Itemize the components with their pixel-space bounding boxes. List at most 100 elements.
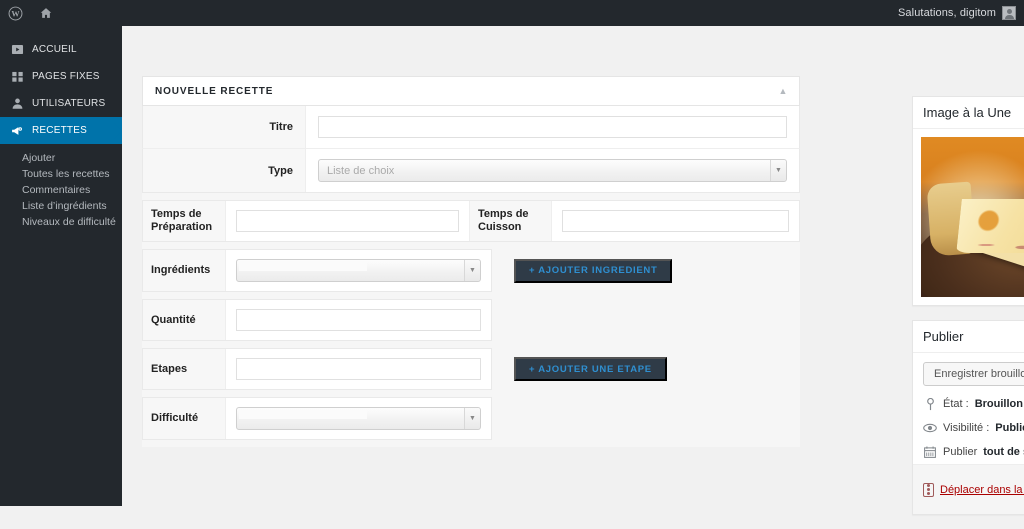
sidebar-item-label: Recettes xyxy=(32,125,87,136)
field-block-quantite: Quantité xyxy=(142,299,492,341)
admin-bar-account[interactable]: Salutations, digitom xyxy=(898,0,1024,26)
chevron-down-icon[interactable]: ▼ xyxy=(770,160,786,181)
field-row-titre: Titre xyxy=(142,106,800,149)
field-label-temps-preparation: Temps de Préparation xyxy=(143,201,226,241)
field-label-titre: Titre xyxy=(143,106,306,148)
admin-sidebar: Accueil Pages fixes Utilisateurs xyxy=(0,26,122,506)
publish-schedule-value: tout de suite xyxy=(983,446,1024,458)
sidebar-item-label: Utilisateurs xyxy=(32,98,105,109)
difficulte-select[interactable]: ▼ xyxy=(236,407,481,430)
users-icon xyxy=(8,95,26,113)
sidebar-subitem-liste-ingredients[interactable]: Liste d’ingrédients xyxy=(0,198,122,214)
panel-header: Nouvelle recette ▲ xyxy=(142,76,800,106)
type-select-value: Liste de choix xyxy=(327,165,394,177)
sidebar-item-accueil[interactable]: Accueil xyxy=(0,36,122,63)
publish-header: Publier ▲ xyxy=(913,321,1024,353)
svg-text:W: W xyxy=(11,9,20,18)
pin-icon xyxy=(923,397,937,411)
avatar xyxy=(1002,6,1016,20)
type-select[interactable]: Liste de choix ▼ xyxy=(318,159,787,182)
add-step-action: + Ajouter une etape xyxy=(492,357,667,381)
admin-bar-left: W xyxy=(0,0,61,26)
publish-top-buttons: Enregistrer brouillon Aperçu xyxy=(913,353,1024,392)
field-cell-difficulte: ▼ xyxy=(226,398,491,439)
page-title: Nouvelle recette xyxy=(155,86,273,97)
publish-footer: Déplacer dans la Corbeille Publier xyxy=(913,464,1024,514)
quantite-input[interactable] xyxy=(236,309,481,331)
publish-status-row: État : Brouillon Modifier xyxy=(913,392,1024,416)
add-ingredient-button[interactable]: + Ajouter Ingredient xyxy=(514,259,672,283)
field-cell-ingredients: ▼ xyxy=(226,250,491,291)
field-cell-titre xyxy=(306,106,799,148)
etapes-input[interactable] xyxy=(236,358,481,380)
featured-image-header: Image à la Une ▲ xyxy=(913,97,1024,129)
main-content: Nouvelle recette ▲ Titre Type Liste de c… xyxy=(122,26,1024,506)
admin-bar: W Salutations, digitom xyxy=(0,0,1024,26)
sidebar-right-column: Image à la Une ▲ Publier ▲ Enregistr xyxy=(912,96,1024,529)
nouvelle-recette-panel: Nouvelle recette ▲ Titre Type Liste de c… xyxy=(142,76,800,447)
publish-schedule-label: Publier xyxy=(943,446,977,458)
publish-status-value: Brouillon xyxy=(975,398,1023,410)
field-label-temps-cuisson: Temps de Cuisson xyxy=(469,201,552,241)
ingredients-select[interactable]: ▼ xyxy=(236,259,481,282)
dashboard-icon xyxy=(8,41,26,59)
featured-image-body xyxy=(913,129,1024,305)
field-row-etapes-wrap: Etapes + Ajouter une etape xyxy=(142,348,800,397)
field-row-type: Type Liste de choix ▼ xyxy=(142,149,800,193)
sidebar-submenu-recettes: Ajouter Toutes les recettes Commentaires… xyxy=(0,144,122,236)
sidebar-subitem-niveaux-difficulte[interactable]: Niveaux de difficulté xyxy=(0,214,122,230)
field-block-difficulte: Difficulté ▼ xyxy=(142,397,492,440)
sidebar-item-pages-fixes[interactable]: Pages fixes xyxy=(0,63,122,90)
add-ingredient-action: + Ajouter Ingredient xyxy=(492,259,672,283)
sidebar-subitem-toutes-les-recettes[interactable]: Toutes les recettes xyxy=(0,166,122,182)
wordpress-logo-icon[interactable]: W xyxy=(0,0,31,26)
field-cell-type: Liste de choix ▼ xyxy=(306,149,799,192)
featured-image-title: Image à la Une xyxy=(923,105,1011,120)
field-block-temps: Temps de Préparation Temps de Cuisson xyxy=(142,200,800,242)
chevron-up-icon[interactable]: ▲ xyxy=(775,83,791,99)
bacon-bits-shape xyxy=(973,233,1024,257)
sidebar-top-spacer xyxy=(0,26,122,36)
chevron-down-icon[interactable]: ▼ xyxy=(464,408,480,429)
sidebar-item-utilisateurs[interactable]: Utilisateurs xyxy=(0,90,122,117)
publish-box: Publier ▲ Enregistrer brouillon Aperçu É… xyxy=(912,320,1024,515)
field-cell-quantite xyxy=(226,300,491,340)
publish-title: Publier xyxy=(923,329,963,344)
publish-visibility-row: Visibilité : Public Modifier xyxy=(913,416,1024,440)
temps-preparation-input[interactable] xyxy=(236,210,459,232)
field-label-difficulte: Difficulté xyxy=(143,398,226,439)
publish-visibility-label: Visibilité : xyxy=(943,422,989,434)
chevron-down-icon[interactable]: ▼ xyxy=(464,260,480,281)
move-to-trash-link[interactable]: Déplacer dans la Corbeille xyxy=(923,483,1024,497)
sidebar-subitem-ajouter[interactable]: Ajouter xyxy=(0,150,122,166)
trash-icon xyxy=(923,483,934,497)
sidebar-subitem-commentaires[interactable]: Commentaires xyxy=(0,182,122,198)
eye-icon xyxy=(923,421,937,435)
titre-input[interactable] xyxy=(318,116,787,138)
temps-cuisson-input[interactable] xyxy=(562,210,789,232)
home-icon[interactable] xyxy=(31,0,61,26)
field-row-ingredients-wrap: Ingrédients ▼ + Ajouter Ingredient xyxy=(142,249,800,299)
field-block-ingredients: Ingrédients ▼ xyxy=(142,249,492,292)
calendar-icon xyxy=(923,445,937,459)
field-label-type: Type xyxy=(143,149,306,192)
field-label-ingredients: Ingrédients xyxy=(143,250,226,291)
field-block-etapes: Etapes xyxy=(142,348,492,390)
field-cell-temps-preparation xyxy=(226,201,469,241)
megaphone-icon xyxy=(8,122,26,140)
featured-image-thumbnail[interactable] xyxy=(921,137,1024,297)
publish-schedule-row: Publier tout de suite Modifier xyxy=(913,440,1024,464)
greeting-text: Salutations, digitom xyxy=(898,7,996,19)
field-label-quantite: Quantité xyxy=(143,300,226,340)
field-label-etapes: Etapes xyxy=(143,349,226,389)
save-draft-button[interactable]: Enregistrer brouillon xyxy=(923,362,1024,386)
sidebar-item-label: Pages fixes xyxy=(32,71,100,82)
publish-status-label: État : xyxy=(943,398,969,410)
add-step-button[interactable]: + Ajouter une etape xyxy=(514,357,667,381)
field-cell-etapes xyxy=(226,349,491,389)
sidebar-item-recettes[interactable]: Recettes xyxy=(0,117,122,144)
move-to-trash-label: Déplacer dans la Corbeille xyxy=(940,484,1024,496)
pages-icon xyxy=(8,68,26,86)
publish-visibility-value: Public xyxy=(995,422,1024,434)
field-cell-temps-cuisson xyxy=(552,201,799,241)
